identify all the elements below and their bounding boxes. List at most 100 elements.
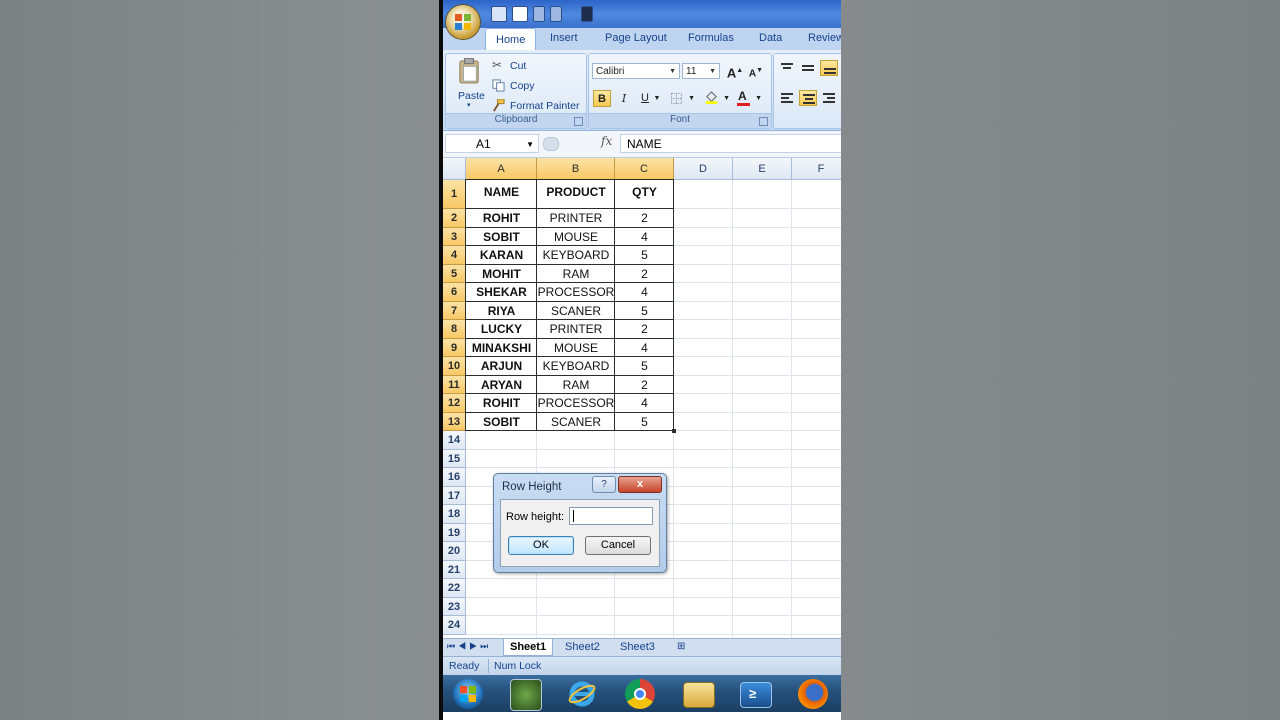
help-button[interactable]: ? — [592, 476, 616, 493]
table-cell[interactable]: MOUSE — [537, 228, 615, 247]
row-header-7[interactable]: 7 — [443, 301, 466, 320]
table-cell[interactable]: SOBIT — [466, 228, 537, 247]
header-cell[interactable]: QTY — [615, 180, 674, 209]
chrome-icon[interactable] — [625, 679, 655, 709]
row-header-20[interactable]: 20 — [443, 542, 466, 561]
tab-review[interactable]: Review — [808, 32, 841, 44]
powershell-icon[interactable]: ≥ — [740, 682, 772, 708]
shrink-font-button[interactable]: A▼ — [746, 62, 766, 79]
format-painter-button[interactable]: Format Painter — [492, 98, 584, 114]
tab-page-layout[interactable]: Page Layout — [605, 32, 667, 44]
font-launcher-icon[interactable] — [759, 117, 768, 126]
start-orb-icon[interactable] — [453, 679, 483, 709]
table-cell[interactable]: 5 — [615, 413, 674, 432]
save-icon[interactable] — [491, 6, 507, 22]
undo-icon[interactable] — [533, 6, 545, 22]
column-header-b[interactable]: B — [537, 158, 615, 180]
new-document-icon[interactable] — [512, 6, 528, 22]
table-cell[interactable]: ARJUN — [466, 357, 537, 376]
fill-color-button[interactable]: ▼ — [703, 90, 731, 107]
table-cell[interactable]: 4 — [615, 228, 674, 247]
font-name-select[interactable]: Calibri ▼ — [592, 63, 680, 79]
sheet-tab-sheet2[interactable]: Sheet2 — [559, 639, 606, 655]
column-header-e[interactable]: E — [733, 158, 792, 180]
row-header-21[interactable]: 21 — [443, 560, 466, 579]
paste-button[interactable]: Paste ▾ — [450, 56, 488, 112]
table-cell[interactable]: 5 — [615, 357, 674, 376]
row-header-10[interactable]: 10 — [443, 357, 466, 376]
sheet-tab-sheet1[interactable]: Sheet1 — [503, 639, 554, 656]
office-button[interactable] — [446, 5, 480, 39]
redo-icon[interactable] — [550, 6, 562, 22]
row-header-17[interactable]: 17 — [443, 486, 466, 505]
borders-button[interactable]: ▼ — [668, 90, 696, 107]
row-header-18[interactable]: 18 — [443, 505, 466, 524]
tab-insert[interactable]: Insert — [550, 32, 578, 44]
row-header-2[interactable]: 2 — [443, 209, 466, 228]
table-cell[interactable]: 5 — [615, 246, 674, 265]
table-cell[interactable]: ROHIT — [466, 209, 537, 228]
name-box[interactable]: A1 ▼ — [445, 134, 539, 153]
table-cell[interactable]: 4 — [615, 283, 674, 302]
font-size-select[interactable]: 11 ▼ — [682, 63, 720, 79]
table-cell[interactable]: ROHIT — [466, 394, 537, 413]
row-header-9[interactable]: 9 — [443, 338, 466, 357]
align-middle-button[interactable] — [799, 60, 817, 76]
row-header-16[interactable]: 16 — [443, 468, 466, 487]
row-header-12[interactable]: 12 — [443, 394, 466, 413]
row-header-13[interactable]: 13 — [443, 412, 466, 431]
table-cell[interactable]: RIYA — [466, 302, 537, 321]
table-cell[interactable]: 4 — [615, 339, 674, 358]
table-cell[interactable]: PRINTER — [537, 209, 615, 228]
table-cell[interactable]: 5 — [615, 302, 674, 321]
bold-button[interactable]: B — [593, 90, 611, 107]
tab-data[interactable]: Data — [759, 32, 782, 44]
underline-dropdown-icon[interactable]: ▼ — [652, 90, 662, 107]
tab-formulas[interactable]: Formulas — [688, 32, 734, 44]
internet-explorer-icon[interactable] — [567, 679, 597, 709]
row-header-14[interactable]: 14 — [443, 431, 466, 450]
close-button[interactable]: x — [618, 476, 662, 493]
align-center-button[interactable] — [799, 90, 817, 106]
table-cell[interactable]: 2 — [615, 265, 674, 284]
table-cell[interactable]: SCANER — [537, 302, 615, 321]
paste-dropdown-icon[interactable]: ▾ — [467, 101, 471, 109]
header-cell[interactable]: NAME — [466, 180, 537, 209]
formula-input[interactable]: NAME — [620, 134, 841, 153]
ok-button[interactable]: OK — [508, 536, 574, 555]
insert-function-icon[interactable]: fx — [601, 134, 612, 148]
table-cell[interactable]: 2 — [615, 376, 674, 395]
sheet-nav-buttons[interactable]: ⏮◀▶⏭ — [447, 641, 491, 652]
row-header-1[interactable]: 1 — [443, 180, 466, 209]
column-header-c[interactable]: C — [615, 158, 674, 180]
table-cell[interactable]: MOUSE — [537, 339, 615, 358]
row-header-4[interactable]: 4 — [443, 246, 466, 265]
select-all-corner[interactable] — [443, 158, 466, 180]
insert-sheet-icon[interactable]: ⊞ — [671, 639, 691, 655]
column-header-d[interactable]: D — [674, 158, 733, 180]
clipboard-launcher-icon[interactable] — [574, 117, 583, 126]
table-cell[interactable]: LUCKY — [466, 320, 537, 339]
italic-button[interactable]: I — [615, 90, 633, 107]
align-top-button[interactable] — [778, 60, 796, 76]
table-cell[interactable]: RAM — [537, 265, 615, 284]
header-cell[interactable]: PRODUCT — [537, 180, 615, 209]
table-cell[interactable]: PRINTER — [537, 320, 615, 339]
table-cell[interactable]: 2 — [615, 209, 674, 228]
copy-button[interactable]: Copy — [492, 78, 572, 94]
column-header-a[interactable]: A — [466, 158, 537, 180]
row-header-6[interactable]: 6 — [443, 283, 466, 302]
table-cell[interactable]: SHEKAR — [466, 283, 537, 302]
row-header-23[interactable]: 23 — [443, 597, 466, 616]
table-cell[interactable]: SCANER — [537, 413, 615, 432]
row-header-11[interactable]: 11 — [443, 375, 466, 394]
table-cell[interactable]: MOHIT — [466, 265, 537, 284]
customize-toolbar-icon[interactable] — [581, 6, 593, 22]
row-header-24[interactable]: 24 — [443, 616, 466, 635]
table-cell[interactable]: KEYBOARD — [537, 357, 615, 376]
row-header-22[interactable]: 22 — [443, 579, 466, 598]
align-bottom-button[interactable] — [820, 60, 838, 76]
table-cell[interactable]: MINAKSHI — [466, 339, 537, 358]
row-header-19[interactable]: 19 — [443, 523, 466, 542]
row-height-input[interactable] — [569, 507, 653, 525]
